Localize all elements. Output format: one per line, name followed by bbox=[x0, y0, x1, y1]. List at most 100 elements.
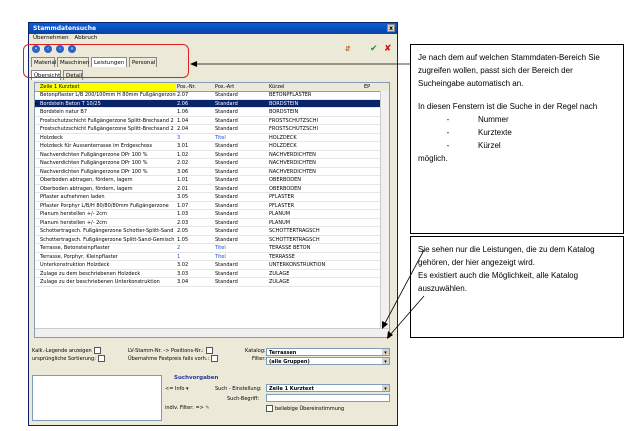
header-kuerzel[interactable]: Kürzel bbox=[269, 83, 363, 91]
beliebige-option: beliebige Übereinstimmung bbox=[266, 405, 344, 412]
cell-posnr: 1.05 bbox=[177, 236, 189, 243]
kalk-legende-label: Kalk.-Legende anzeigen bbox=[32, 348, 92, 354]
table-row[interactable]: Zulage zu der beschriebenen Unterkonstru… bbox=[35, 278, 389, 287]
cell-posart: Standard bbox=[215, 270, 238, 277]
cell-posnr: 2.01 bbox=[177, 185, 189, 192]
table-row[interactable]: Planum herstellen +/- 2cm 1.03 Standard PLA… bbox=[35, 210, 389, 219]
table-row[interactable]: Bordstein natur B7 1.06 Standard BORDSTEIN bbox=[35, 108, 389, 117]
chevron-down-icon[interactable]: ▾ bbox=[382, 385, 389, 392]
title-bar: Stammdatensuche x bbox=[29, 23, 397, 34]
cell-posnr: 2.03 bbox=[177, 219, 189, 226]
callout2-text1: Sie sehen nur die Leistungen, die zu dem… bbox=[418, 245, 595, 267]
cell-kurztext: Zulage zu dem beschriebenen Holzdeck bbox=[40, 270, 141, 277]
cell-kurztext: Planum herstellen +/- 2cm bbox=[40, 211, 107, 217]
katalog-combo[interactable]: Terrassen ▾ bbox=[266, 348, 390, 356]
sortierung-label: ursprüngliche Sortierung: bbox=[32, 356, 96, 362]
lv-stamm-label: LV-Stamm-Nr. -> Positions-Nr.: bbox=[128, 348, 204, 354]
header-kurztext[interactable]: Zeile 1 Kurztext bbox=[40, 83, 176, 91]
table-row[interactable]: Schottertragsch. Fußgängerzone Schotter-… bbox=[35, 227, 389, 236]
window-title: Stammdatensuche bbox=[33, 25, 97, 32]
cell-kuerzel: PFLASTER bbox=[269, 194, 295, 200]
cell-posart: Standard bbox=[215, 194, 238, 200]
such-begriff-input[interactable] bbox=[266, 394, 390, 402]
callout1-item: - Kurztexte bbox=[446, 128, 512, 137]
table-row[interactable]: Frostschutzschicht Fußgängerzone Splitt-… bbox=[35, 125, 389, 134]
cell-kuerzel: SCHOTTERTRAGSCH bbox=[269, 236, 320, 243]
cell-posnr: 1.07 bbox=[177, 202, 189, 209]
callout1-text1: Je nach dem auf welchen Stammdaten-Berei… bbox=[418, 53, 600, 88]
cell-kurztext: Planum herstellen +/- 2cm bbox=[40, 219, 107, 226]
table-row[interactable]: Nachverdichten Fußgängerzone DPr 100 % 1.… bbox=[35, 151, 389, 159]
cell-posnr: 2.07 bbox=[177, 92, 189, 98]
cell-posart: Titel bbox=[215, 134, 226, 141]
sort-icon[interactable]: ⇵ bbox=[345, 44, 351, 54]
table-row[interactable]: Holzdeck 3 Titel HOLZDECK bbox=[35, 134, 389, 142]
cell-posart: Standard bbox=[215, 177, 238, 183]
cell-kuerzel: HOLZDECK bbox=[269, 143, 297, 149]
grid-rows: Betonpflaster L/B 200/100mm H 80mm Fußgä… bbox=[35, 91, 389, 287]
festpreis-label: Übernahme Festpreis falls vorh.: bbox=[128, 356, 210, 362]
table-row[interactable]: Oberboden abtragen, fördern, lagern 2.01 S… bbox=[35, 185, 389, 193]
cell-kurztext: Nachverdichten Fußgängerzone DPr 100 % bbox=[40, 160, 148, 166]
kalk-legende-checkbox[interactable] bbox=[93, 347, 101, 354]
cell-posnr: 1 bbox=[177, 253, 181, 260]
header-ep[interactable]: EP bbox=[364, 83, 380, 91]
cell-kuerzel: PFLASTER bbox=[269, 202, 295, 209]
ok-icon[interactable]: ✔ bbox=[370, 44, 378, 54]
table-row[interactable]: Terrasse, Betonsteinpflaster 2 Titel TERASS… bbox=[35, 244, 389, 253]
filter-value: (alle Gruppen) bbox=[269, 359, 310, 365]
info-memo[interactable] bbox=[32, 375, 162, 421]
table-row[interactable]: Pflaster aufnehmen laden 3.05 Standard PFLA… bbox=[35, 193, 389, 202]
such-einstellung-combo[interactable]: Zeile 1 Kurztext ▾ bbox=[266, 384, 390, 392]
menu-abbruch[interactable]: Abbruch bbox=[74, 35, 97, 41]
table-row[interactable]: Pflaster Porphyr L/B/H 80/80/80mm Fußgän… bbox=[35, 202, 389, 210]
horizontal-scrollbar[interactable] bbox=[35, 328, 389, 337]
table-row[interactable]: Nachverdichten Fußgängerzone DPr 100 % 3.… bbox=[35, 168, 389, 176]
info-selector[interactable]: <= Info ▾ bbox=[165, 386, 189, 392]
callout-search-area: Je nach dem auf welchen Stammdaten-Berei… bbox=[410, 44, 624, 234]
cell-posart: Titel bbox=[215, 253, 226, 260]
cell-posart: Standard bbox=[215, 168, 238, 175]
filter-icon[interactable]: ✎ bbox=[205, 405, 209, 411]
table-row[interactable]: ▸ Bordstein Beton T 10/25 2.06 Standard BORD… bbox=[35, 99, 389, 108]
cell-posart: Standard bbox=[215, 228, 238, 234]
table-row[interactable]: Schottertragsch. Fußgängerzone Splitt-Sa… bbox=[35, 236, 389, 244]
menu-uebernehmen[interactable]: Übernehmen bbox=[33, 35, 69, 41]
cell-posnr: 3.06 bbox=[177, 168, 189, 175]
chevron-down-icon[interactable]: ▾ bbox=[382, 358, 389, 365]
beliebige-checkbox[interactable] bbox=[266, 405, 273, 412]
cell-kurztext: Nachverdichten Fußgängerzone DPr 100 % bbox=[40, 168, 148, 175]
cell-posart: Standard bbox=[215, 160, 238, 166]
table-row[interactable]: Betonpflaster L/B 200/100mm H 80mm Fußgä… bbox=[35, 91, 389, 100]
table-row[interactable]: Unterkonstruktion Holzdeck 3.02 Standard UN… bbox=[35, 261, 389, 270]
cell-kuerzel: NACHVERDICHTEN bbox=[269, 168, 316, 175]
filter-combo[interactable]: (alle Gruppen) ▾ bbox=[266, 357, 390, 365]
cell-posart: Standard bbox=[215, 126, 238, 132]
close-button[interactable]: x bbox=[387, 24, 395, 32]
sortierung-checkbox[interactable] bbox=[97, 355, 105, 362]
table-row[interactable]: Nachverdichten Fußgängerzone DPr 100 % 2.… bbox=[35, 159, 389, 168]
table-row[interactable]: Holzdeck für Aussenterrasse im Erdgescho… bbox=[35, 142, 389, 151]
cell-posart: Standard bbox=[215, 109, 238, 115]
cancel-icon[interactable]: ✘ bbox=[384, 44, 392, 54]
cell-posnr: 2.04 bbox=[177, 126, 189, 132]
katalog-value: Terrassen bbox=[269, 350, 297, 356]
chevron-down-icon[interactable]: ▾ bbox=[382, 349, 389, 356]
lv-stamm-checkbox[interactable] bbox=[205, 347, 213, 354]
cell-kuerzel: NACHVERDICHTEN bbox=[269, 151, 316, 158]
table-row[interactable]: Planum herstellen +/- 2cm 2.03 Standard PLA… bbox=[35, 219, 389, 227]
header-posnr[interactable]: Pos.-Nr. bbox=[177, 83, 213, 91]
table-row[interactable]: Oberboden abtragen, fördern, lagern 1.01 S… bbox=[35, 176, 389, 185]
header-posart[interactable]: Pos.-Art bbox=[215, 83, 267, 91]
table-row[interactable]: Frostschutzschicht Fußgängerzone Splitt-… bbox=[35, 117, 389, 125]
festpreis-checkbox[interactable] bbox=[211, 355, 219, 362]
table-row[interactable]: Terrasse, Porphyr, Kleinpflaster 1 Titel TE… bbox=[35, 253, 389, 261]
cell-kuerzel: SCHOTTERTRAGSCH bbox=[269, 228, 320, 234]
table-row[interactable]: Zulage zu dem beschriebenen Holzdeck 3.03… bbox=[35, 270, 389, 278]
callout2-text2: Es existiert auch die Möglichkeit, alle … bbox=[418, 271, 579, 293]
cell-posnr: 3.01 bbox=[177, 143, 189, 149]
vertical-scrollbar[interactable] bbox=[380, 91, 389, 329]
cell-posnr: 3.04 bbox=[177, 279, 189, 285]
such-einstellung-label: Such - Einstellung: bbox=[215, 386, 262, 392]
cell-kuerzel: HOLZDECK bbox=[269, 134, 297, 141]
